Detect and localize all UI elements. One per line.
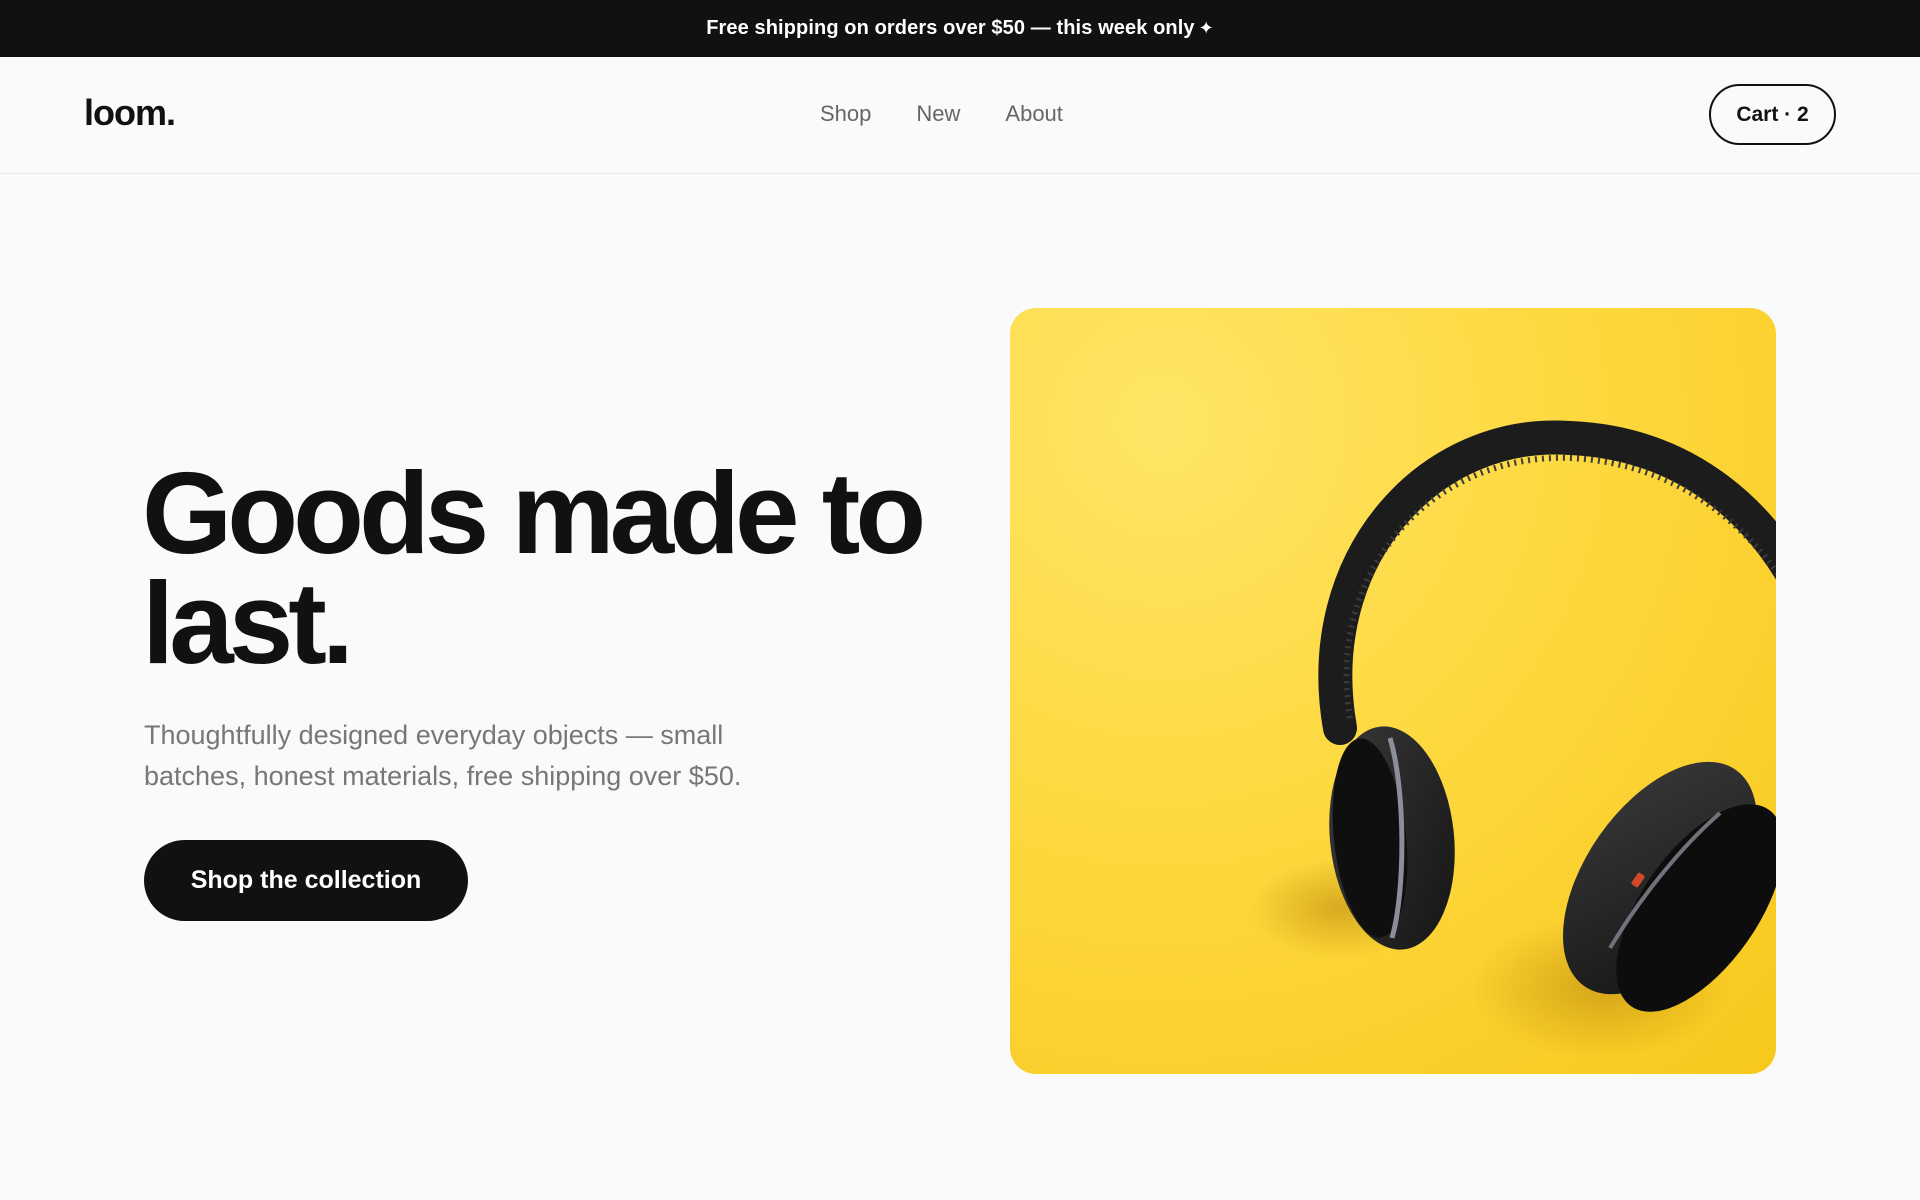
main-nav: Shop New About: [820, 101, 1108, 127]
nav-link-new[interactable]: New: [916, 101, 960, 127]
headphones-image: [1250, 420, 1776, 1058]
hero-subtitle-line-1: Thoughtfully designed everyday objects —…: [144, 720, 724, 750]
hero-subtitle: Thoughtfully designed everyday objects —…: [144, 715, 804, 797]
nav-link-about[interactable]: About: [1005, 101, 1063, 127]
hero-image: [1010, 308, 1776, 1074]
logo[interactable]: loom.: [84, 92, 176, 134]
site-header: loom. Shop New About Cart · 2: [0, 57, 1920, 174]
announcement-bar: Free shipping on orders over $50 — this …: [0, 0, 1920, 57]
cart-button[interactable]: Cart · 2: [1709, 84, 1836, 145]
nav-link-shop[interactable]: Shop: [820, 101, 871, 127]
shop-collection-button[interactable]: Shop the collection: [144, 840, 468, 921]
sparkle-icon: ✦: [1198, 18, 1214, 38]
hero-title: Goods made to last.: [142, 455, 962, 681]
announcement-text: Free shipping on orders over $50 — this …: [706, 17, 1195, 39]
hero-title-line-2: last.: [142, 558, 354, 688]
hero-subtitle-line-2: batches, honest materials, free shipping…: [144, 761, 742, 791]
